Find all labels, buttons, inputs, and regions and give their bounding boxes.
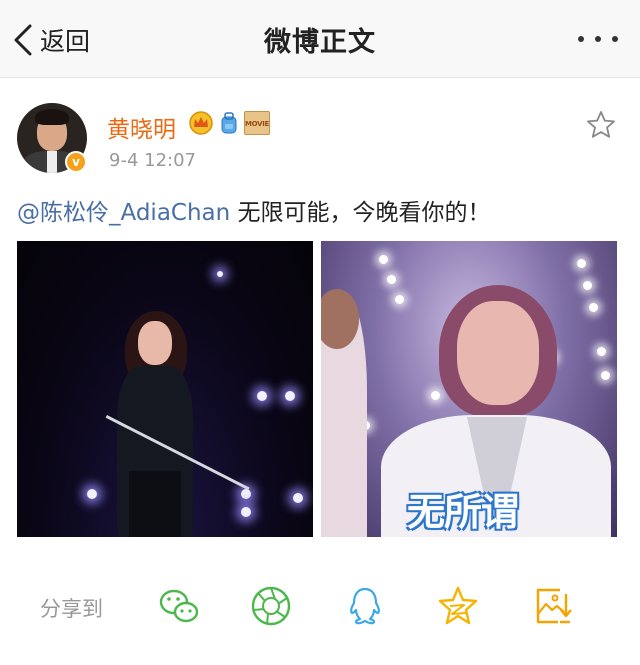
- stage-bulb: [577, 259, 586, 268]
- stage-light: [257, 391, 267, 401]
- qzone-icon: [438, 586, 478, 625]
- post-text: 无限可能，今晚看你的！: [230, 200, 491, 226]
- qq-share-button[interactable]: [343, 584, 387, 628]
- stage-light: [293, 493, 303, 503]
- save-image-icon: [536, 588, 572, 624]
- stage-light: [285, 391, 295, 401]
- post-image-2[interactable]: 无所谓: [321, 241, 617, 537]
- stage-light: [241, 507, 251, 517]
- stage-bulb: [431, 391, 440, 400]
- dot: [578, 36, 584, 42]
- moments-icon: [251, 586, 291, 626]
- stage-light: [87, 489, 97, 499]
- author-badges: MOVIE: [188, 111, 270, 135]
- author-avatar[interactable]: v: [17, 103, 87, 173]
- star-icon[interactable]: [586, 110, 616, 140]
- author-name[interactable]: 黄晓明: [107, 110, 176, 144]
- page-title: 微博正文: [264, 27, 376, 58]
- wechat-icon: [159, 589, 199, 623]
- stage-bulb: [601, 371, 610, 380]
- moments-share-button[interactable]: [249, 584, 293, 628]
- user-mention-link[interactable]: @陈松伶_AdiaChan: [17, 200, 230, 226]
- performer-face: [457, 301, 539, 405]
- qzone-share-button[interactable]: [436, 584, 480, 628]
- stage-bulb: [597, 347, 606, 356]
- backpack-badge-icon[interactable]: [220, 111, 238, 135]
- post-timestamp: 9-4 12:07: [109, 150, 196, 171]
- save-image-button[interactable]: [530, 584, 574, 628]
- avatar-hair: [35, 109, 69, 125]
- qq-icon: [350, 587, 380, 625]
- dot: [595, 36, 601, 42]
- navigation-bar: 返回 微博正文: [0, 0, 640, 78]
- stage-bulb: [387, 275, 396, 284]
- avatar-shirt: [47, 151, 57, 173]
- performer-face: [138, 321, 172, 365]
- dot: [612, 36, 618, 42]
- more-options-icon[interactable]: [578, 30, 618, 48]
- stage-bulb: [589, 303, 598, 312]
- verified-badge-icon: v: [65, 151, 87, 173]
- share-label: 分享到: [40, 597, 103, 621]
- post-body: @陈松伶_AdiaChan 无限可能，今晚看你的！: [17, 193, 491, 227]
- image-caption: 无所谓: [407, 490, 519, 534]
- performer-legs: [129, 471, 181, 537]
- stage-light: [241, 489, 251, 499]
- stage-bulb: [379, 255, 388, 264]
- wechat-share-button[interactable]: [157, 584, 201, 628]
- stage-light: [217, 271, 223, 277]
- movie-badge-icon[interactable]: MOVIE: [244, 111, 270, 135]
- post-image-1[interactable]: [17, 241, 313, 537]
- stage-bulb: [395, 295, 404, 304]
- crown-badge-icon[interactable]: [188, 111, 214, 135]
- stage-bulb: [583, 281, 592, 290]
